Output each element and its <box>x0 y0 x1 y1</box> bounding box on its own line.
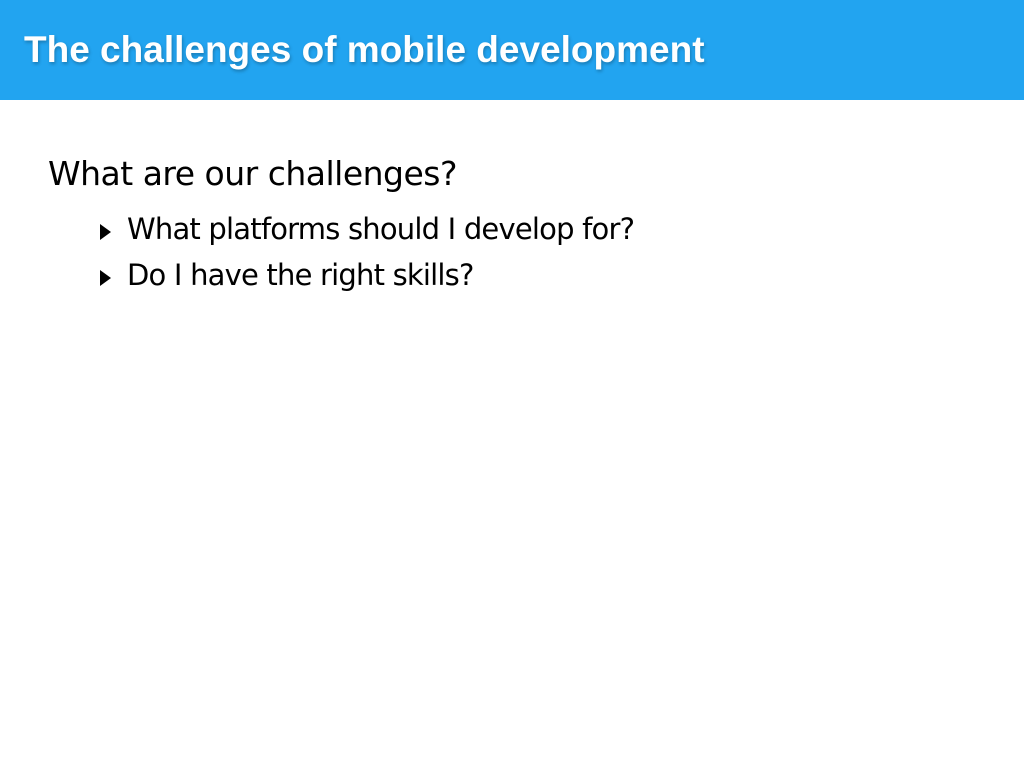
title-bar: The challenges of mobile development <box>0 0 1024 100</box>
slide-title: The challenges of mobile development <box>24 29 705 70</box>
triangle-bullet-icon <box>100 224 111 240</box>
bullet-list: What platforms should I develop for? Do … <box>100 206 1024 298</box>
bullet-text: Do I have the right skills? <box>127 258 474 292</box>
slide-content: What are our challenges? What platforms … <box>48 150 988 292</box>
bullet-item: What platforms should I develop for? <box>100 206 1024 252</box>
slide: The challenges of mobile development Wha… <box>0 0 1024 768</box>
triangle-bullet-icon <box>100 270 111 286</box>
section-heading: What are our challenges? <box>48 154 458 193</box>
bullet-text: What platforms should I develop for? <box>127 212 635 246</box>
bullet-item: Do I have the right skills? <box>100 252 1024 298</box>
